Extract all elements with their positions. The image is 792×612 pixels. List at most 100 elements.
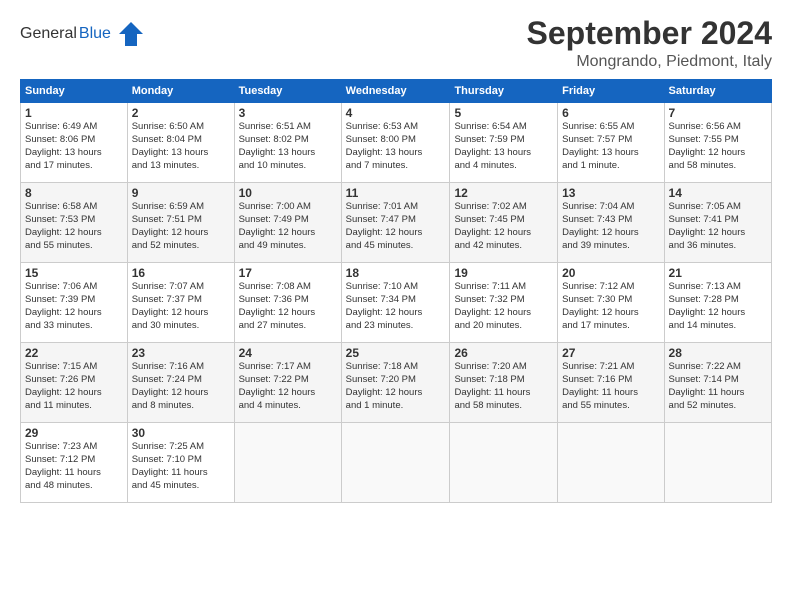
day-info: Sunrise: 7:13 AMSunset: 7:28 PMDaylight:… (669, 281, 746, 330)
day-num: 10 (239, 186, 337, 200)
day-num: 5 (454, 106, 553, 120)
day-info: Sunrise: 6:58 AMSunset: 7:53 PMDaylight:… (25, 201, 102, 250)
day-cell-w3-2: 17Sunrise: 7:08 AMSunset: 7:36 PMDayligh… (234, 263, 341, 343)
day-num: 4 (346, 106, 446, 120)
day-cell-w3-3: 18Sunrise: 7:10 AMSunset: 7:34 PMDayligh… (341, 263, 450, 343)
day-num: 13 (562, 186, 659, 200)
day-info: Sunrise: 6:51 AMSunset: 8:02 PMDaylight:… (239, 121, 316, 170)
location-title: Mongrando, Piedmont, Italy (527, 53, 772, 71)
calendar-table: Sunday Monday Tuesday Wednesday Thursday… (20, 79, 772, 503)
day-cell-w2-0: 8Sunrise: 6:58 AMSunset: 7:53 PMDaylight… (21, 183, 128, 263)
day-cell-w2-6: 14Sunrise: 7:05 AMSunset: 7:41 PMDayligh… (664, 183, 771, 263)
day-info: Sunrise: 7:11 AMSunset: 7:32 PMDaylight:… (454, 281, 531, 330)
day-num: 16 (132, 266, 230, 280)
month-title: September 2024 (527, 16, 772, 51)
day-cell-w3-4: 19Sunrise: 7:11 AMSunset: 7:32 PMDayligh… (450, 263, 558, 343)
day-cell-w5-4 (450, 423, 558, 503)
header-friday: Friday (558, 80, 664, 103)
day-cell-w5-5 (558, 423, 664, 503)
day-info: Sunrise: 7:15 AMSunset: 7:26 PMDaylight:… (25, 361, 102, 410)
day-cell-w4-0: 22Sunrise: 7:15 AMSunset: 7:26 PMDayligh… (21, 343, 128, 423)
day-num: 1 (25, 106, 123, 120)
day-info: Sunrise: 6:50 AMSunset: 8:04 PMDaylight:… (132, 121, 209, 170)
day-num: 2 (132, 106, 230, 120)
day-1: 1Sunrise: 6:49 AMSunset: 8:06 PMDaylight… (21, 103, 128, 183)
calendar-header-row: Sunday Monday Tuesday Wednesday Thursday… (21, 80, 772, 103)
logo: GeneralBlue (20, 20, 145, 48)
day-cell-w1-5: 6Sunrise: 6:55 AMSunset: 7:57 PMDaylight… (558, 103, 664, 183)
day-cell-w4-4: 26Sunrise: 7:20 AMSunset: 7:18 PMDayligh… (450, 343, 558, 423)
day-info: Sunrise: 7:06 AMSunset: 7:39 PMDaylight:… (25, 281, 102, 330)
day-cell-w3-5: 20Sunrise: 7:12 AMSunset: 7:30 PMDayligh… (558, 263, 664, 343)
calendar-week-3: 15Sunrise: 7:06 AMSunset: 7:39 PMDayligh… (21, 263, 772, 343)
day-num: 9 (132, 186, 230, 200)
day-num: 21 (669, 266, 767, 280)
day-cell-w5-6 (664, 423, 771, 503)
day-cell-w5-1: 30Sunrise: 7:25 AMSunset: 7:10 PMDayligh… (127, 423, 234, 503)
day-info: Sunrise: 7:02 AMSunset: 7:45 PMDaylight:… (454, 201, 531, 250)
day-info: Sunrise: 7:20 AMSunset: 7:18 PMDaylight:… (454, 361, 530, 410)
day-cell-w1-4: 5Sunrise: 6:54 AMSunset: 7:59 PMDaylight… (450, 103, 558, 183)
day-cell-w4-1: 23Sunrise: 7:16 AMSunset: 7:24 PMDayligh… (127, 343, 234, 423)
day-info: Sunrise: 6:53 AMSunset: 8:00 PMDaylight:… (346, 121, 423, 170)
day-info: Sunrise: 7:16 AMSunset: 7:24 PMDaylight:… (132, 361, 209, 410)
header-sunday: Sunday (21, 80, 128, 103)
logo-icon (117, 20, 145, 48)
day-info: Sunrise: 6:56 AMSunset: 7:55 PMDaylight:… (669, 121, 746, 170)
day-num: 6 (562, 106, 659, 120)
day-num: 7 (669, 106, 767, 120)
day-num: 23 (132, 346, 230, 360)
day-num: 22 (25, 346, 123, 360)
day-info: Sunrise: 6:54 AMSunset: 7:59 PMDaylight:… (454, 121, 531, 170)
day-info: Sunrise: 7:21 AMSunset: 7:16 PMDaylight:… (562, 361, 638, 410)
day-cell-w5-0: 29Sunrise: 7:23 AMSunset: 7:12 PMDayligh… (21, 423, 128, 503)
day-num: 11 (346, 186, 446, 200)
day-cell-w4-6: 28Sunrise: 7:22 AMSunset: 7:14 PMDayligh… (664, 343, 771, 423)
day-num: 15 (25, 266, 123, 280)
day-cell-w3-6: 21Sunrise: 7:13 AMSunset: 7:28 PMDayligh… (664, 263, 771, 343)
day-info: Sunrise: 6:49 AMSunset: 8:06 PMDaylight:… (25, 121, 102, 170)
day-info: Sunrise: 7:22 AMSunset: 7:14 PMDaylight:… (669, 361, 745, 410)
day-cell-w3-0: 15Sunrise: 7:06 AMSunset: 7:39 PMDayligh… (21, 263, 128, 343)
day-cell-w5-2 (234, 423, 341, 503)
day-cell-w2-4: 12Sunrise: 7:02 AMSunset: 7:45 PMDayligh… (450, 183, 558, 263)
day-cell-w2-1: 9Sunrise: 6:59 AMSunset: 7:51 PMDaylight… (127, 183, 234, 263)
day-info: Sunrise: 7:12 AMSunset: 7:30 PMDaylight:… (562, 281, 639, 330)
day-info: Sunrise: 7:07 AMSunset: 7:37 PMDaylight:… (132, 281, 209, 330)
day-info: Sunrise: 7:25 AMSunset: 7:10 PMDaylight:… (132, 441, 208, 490)
title-block: September 2024 Mongrando, Piedmont, Ital… (527, 16, 772, 71)
day-info: Sunrise: 7:04 AMSunset: 7:43 PMDaylight:… (562, 201, 639, 250)
day-cell-w4-3: 25Sunrise: 7:18 AMSunset: 7:20 PMDayligh… (341, 343, 450, 423)
day-info: Sunrise: 7:08 AMSunset: 7:36 PMDaylight:… (239, 281, 316, 330)
day-info: Sunrise: 6:59 AMSunset: 7:51 PMDaylight:… (132, 201, 209, 250)
day-cell-w2-3: 11Sunrise: 7:01 AMSunset: 7:47 PMDayligh… (341, 183, 450, 263)
day-info: Sunrise: 6:55 AMSunset: 7:57 PMDaylight:… (562, 121, 639, 170)
day-num: 24 (239, 346, 337, 360)
calendar-week-1: 1Sunrise: 6:49 AMSunset: 8:06 PMDaylight… (21, 103, 772, 183)
day-num: 30 (132, 426, 230, 440)
day-info: Sunrise: 7:01 AMSunset: 7:47 PMDaylight:… (346, 201, 423, 250)
calendar-week-5: 29Sunrise: 7:23 AMSunset: 7:12 PMDayligh… (21, 423, 772, 503)
day-cell-w1-1: 2Sunrise: 6:50 AMSunset: 8:04 PMDaylight… (127, 103, 234, 183)
day-cell-w2-2: 10Sunrise: 7:00 AMSunset: 7:49 PMDayligh… (234, 183, 341, 263)
day-num: 17 (239, 266, 337, 280)
logo-blue-text: Blue (79, 25, 111, 43)
day-info: Sunrise: 7:18 AMSunset: 7:20 PMDaylight:… (346, 361, 423, 410)
header-tuesday: Tuesday (234, 80, 341, 103)
day-num: 25 (346, 346, 446, 360)
day-info: Sunrise: 7:23 AMSunset: 7:12 PMDaylight:… (25, 441, 101, 490)
day-num: 3 (239, 106, 337, 120)
logo-general-text: General (20, 25, 77, 43)
day-cell-w5-3 (341, 423, 450, 503)
day-info: Sunrise: 7:05 AMSunset: 7:41 PMDaylight:… (669, 201, 746, 250)
day-info: Sunrise: 7:17 AMSunset: 7:22 PMDaylight:… (239, 361, 316, 410)
day-num: 18 (346, 266, 446, 280)
header-wednesday: Wednesday (341, 80, 450, 103)
day-cell-w4-5: 27Sunrise: 7:21 AMSunset: 7:16 PMDayligh… (558, 343, 664, 423)
day-num: 29 (25, 426, 123, 440)
day-num: 26 (454, 346, 553, 360)
day-cell-w1-3: 4Sunrise: 6:53 AMSunset: 8:00 PMDaylight… (341, 103, 450, 183)
day-num: 12 (454, 186, 553, 200)
page: GeneralBlue September 2024 Mongrando, Pi… (0, 0, 792, 612)
day-num: 28 (669, 346, 767, 360)
